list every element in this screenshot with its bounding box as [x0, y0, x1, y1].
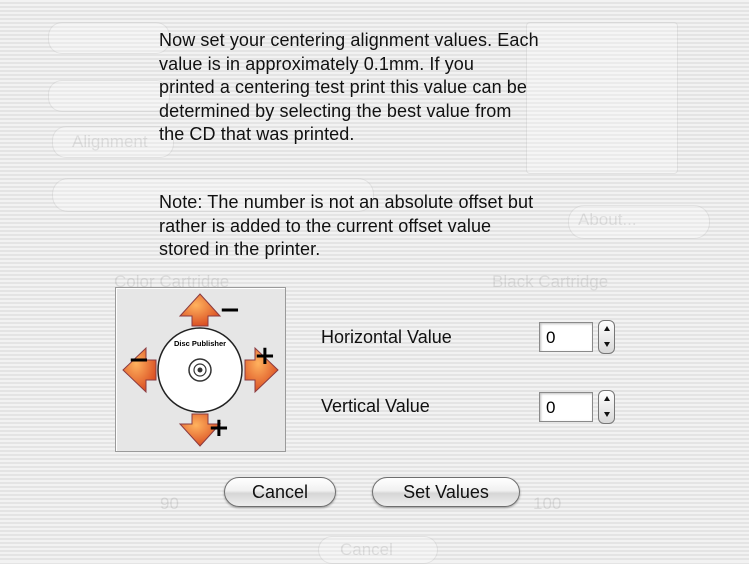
- horizontal-value-stepper[interactable]: [598, 320, 615, 354]
- chevron-up-icon: [604, 396, 610, 401]
- disc-logo-text: Disc Publisher: [174, 339, 226, 348]
- set-values-button[interactable]: Set Values: [372, 477, 520, 507]
- note-text: Note: The number is not an absolute offs…: [159, 192, 534, 259]
- disc-alignment-image: Disc Publisher − − + +: [122, 293, 279, 447]
- disc-icon: Disc Publisher: [157, 327, 243, 413]
- centering-diagram: Disc Publisher − − + +: [115, 287, 286, 452]
- background-button-2: [48, 80, 170, 112]
- bottom-sign: +: [208, 413, 230, 443]
- vertical-increment-button[interactable]: [599, 391, 614, 407]
- cancel-button[interactable]: Cancel: [224, 477, 336, 507]
- top-sign: −: [219, 295, 241, 325]
- background-cancel-label: Cancel: [340, 540, 393, 559]
- background-right-value: 100: [533, 494, 562, 513]
- right-sign: +: [254, 341, 276, 371]
- horizontal-value-field[interactable]: 0: [539, 322, 593, 352]
- horizontal-value-label: Horizontal Value: [321, 327, 452, 347]
- horizontal-increment-button[interactable]: [599, 321, 614, 337]
- horizontal-decrement-button[interactable]: [599, 337, 614, 353]
- chevron-down-icon: [604, 412, 610, 417]
- vertical-decrement-button[interactable]: [599, 407, 614, 423]
- background-black-cartridge-label: Black Cartridge: [492, 272, 609, 291]
- chevron-up-icon: [604, 326, 610, 331]
- chevron-down-icon: [604, 342, 610, 347]
- arrow-up-icon: [178, 293, 222, 327]
- vertical-value-field[interactable]: 0: [539, 392, 593, 422]
- instructions-text: Now set your centering alignment values.…: [159, 30, 539, 144]
- left-sign: −: [128, 345, 150, 375]
- vertical-value-stepper[interactable]: [598, 390, 615, 424]
- background-left-value: 90: [160, 494, 179, 513]
- vertical-value-label: Vertical Value: [321, 396, 430, 416]
- background-button-1: [48, 22, 170, 54]
- background-alignment-label: Alignment: [72, 132, 148, 151]
